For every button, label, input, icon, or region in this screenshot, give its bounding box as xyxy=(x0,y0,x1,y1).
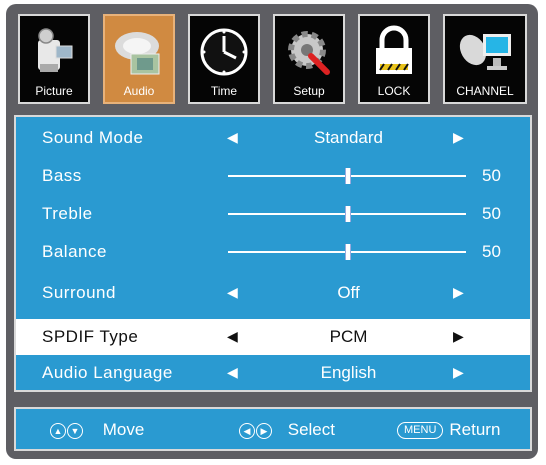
right-arrow-icon: ▶ xyxy=(256,422,272,439)
clock-icon xyxy=(200,28,248,76)
satellite-tv-icon xyxy=(459,34,511,70)
left-arrow-icon[interactable]: ◀ xyxy=(227,129,238,146)
setting-sound-mode[interactable]: Sound Mode ◀ Standard ▶ xyxy=(16,120,530,156)
setting-spdif-type[interactable]: SPDIF Type ◀ PCM ▶ xyxy=(16,319,530,355)
gear-wrench-icon xyxy=(288,31,330,75)
tab-setup[interactable]: Setup xyxy=(273,14,345,104)
setting-label: Bass xyxy=(42,166,82,185)
tab-lock[interactable]: LOCK xyxy=(358,14,430,104)
left-arrow-icon: ◀ xyxy=(239,422,255,439)
tab-label: Setup xyxy=(293,84,325,98)
treble-slider-thumb[interactable] xyxy=(345,206,351,222)
right-arrow-icon[interactable]: ▶ xyxy=(453,129,464,146)
setting-treble[interactable]: Treble 50 xyxy=(16,196,530,232)
camcorder-icon xyxy=(38,28,73,72)
setting-balance[interactable]: Balance 50 xyxy=(16,234,530,270)
down-arrow-icon: ▼ xyxy=(67,422,83,439)
setting-bass[interactable]: Bass 50 xyxy=(16,158,530,194)
tab-picture[interactable]: Picture xyxy=(18,14,90,104)
setting-value: PCM xyxy=(329,327,368,346)
setting-label: Sound Mode xyxy=(42,128,144,147)
setting-label: Balance xyxy=(42,242,107,261)
hint-select: ◀ ▶ Select xyxy=(239,420,335,440)
tab-time[interactable]: Time xyxy=(188,14,260,104)
up-arrow-icon: ▲ xyxy=(50,422,66,439)
setting-value: English xyxy=(320,363,377,382)
bass-slider-thumb[interactable] xyxy=(345,168,351,184)
tab-label: LOCK xyxy=(377,84,411,98)
setting-value: Off xyxy=(337,283,360,302)
hint-label: Move xyxy=(102,420,145,439)
setting-value: Standard xyxy=(314,128,383,147)
tab-label: Picture xyxy=(35,84,73,98)
footer-hints: ▲ ▼ Move ◀ ▶ Select MENU Return xyxy=(14,407,532,451)
setting-label: Surround xyxy=(42,283,116,302)
menu-key-icon: MENU xyxy=(397,422,444,440)
setting-audio-language[interactable]: Audio Language ◀ English ▶ xyxy=(16,355,530,391)
left-arrow-icon[interactable]: ◀ xyxy=(227,364,238,381)
setting-value: 50 xyxy=(482,166,501,185)
left-arrow-icon[interactable]: ◀ xyxy=(227,284,238,301)
hint-return: MENU Return xyxy=(397,420,500,440)
audio-settings-panel: Sound Mode ◀ Standard ▶ Bass 50 Treble 5… xyxy=(14,115,532,392)
hint-label: Select xyxy=(287,420,335,439)
setting-surround[interactable]: Surround ◀ Off ▶ xyxy=(16,275,530,311)
setting-label: Audio Language xyxy=(42,363,173,382)
right-arrow-icon[interactable]: ▶ xyxy=(453,364,464,381)
speaker-icon xyxy=(115,32,160,75)
tab-channel[interactable]: CHANNEL xyxy=(443,14,527,104)
left-arrow-icon[interactable]: ◀ xyxy=(227,328,238,345)
setting-value: 50 xyxy=(482,242,501,261)
right-arrow-icon[interactable]: ▶ xyxy=(453,328,464,345)
setting-label: SPDIF Type xyxy=(42,327,139,346)
padlock-icon xyxy=(376,25,412,74)
tab-label: Audio xyxy=(123,84,155,98)
tab-label: Time xyxy=(210,84,238,98)
balance-slider-thumb[interactable] xyxy=(345,244,351,260)
tab-bar: Picture Audio Time Setup LOCK CHANNEL xyxy=(14,14,532,106)
hint-label: Return xyxy=(449,420,501,439)
setting-label: Treble xyxy=(42,204,93,223)
right-arrow-icon[interactable]: ▶ xyxy=(453,284,464,301)
setting-value: 50 xyxy=(482,204,501,223)
hint-move: ▲ ▼ Move xyxy=(50,420,144,440)
tab-label: CHANNEL xyxy=(456,84,514,98)
tab-audio[interactable]: Audio xyxy=(103,14,175,104)
